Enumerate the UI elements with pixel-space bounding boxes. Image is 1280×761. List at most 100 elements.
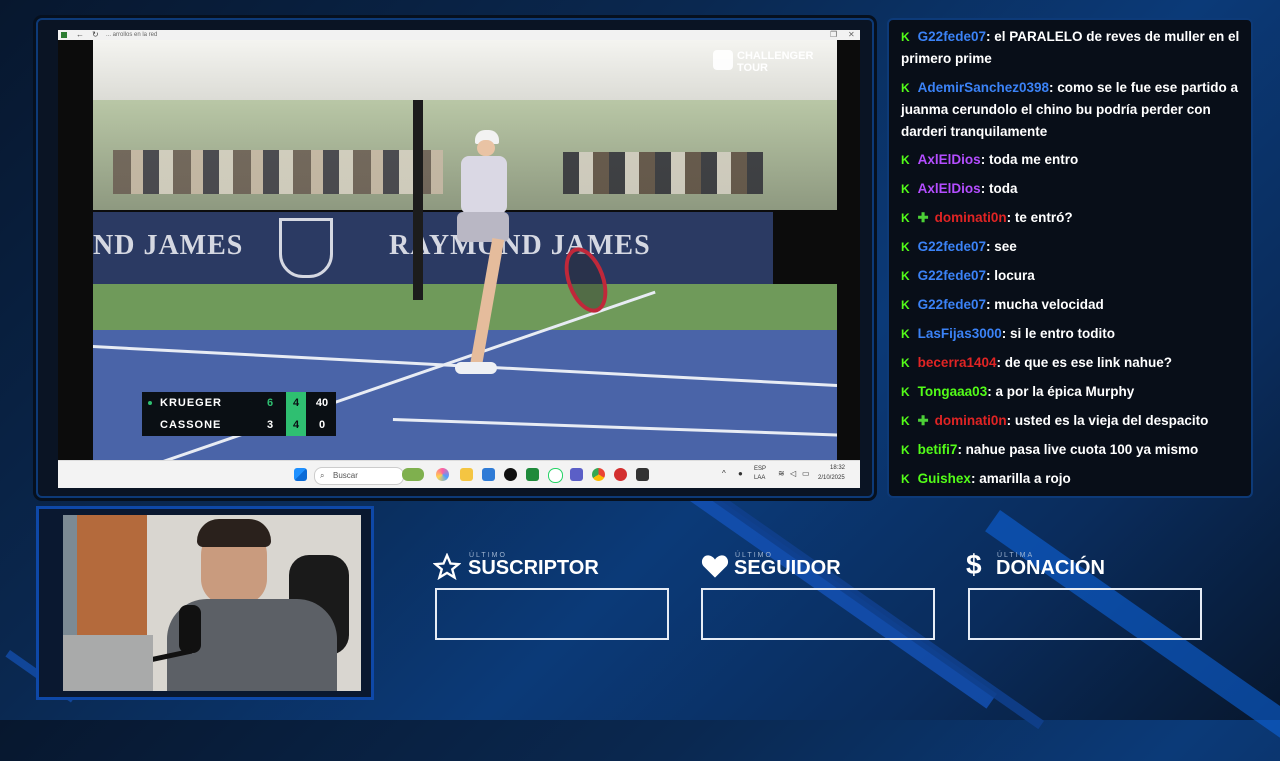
back-arrow-icon[interactable]: ← [76,30,84,40]
chat-username[interactable]: G22fede07 [918,29,986,44]
copilot-icon[interactable] [436,468,449,481]
mic-icon[interactable]: ● [738,469,743,478]
scoreboard-row: KRUEGER 6 4 40 [142,392,336,414]
wifi-icon[interactable]: ≋ [778,469,785,478]
chat-message: K AxlElDios: toda me entro [901,149,1251,171]
chat-message: K G22fede07: mucha velocidad [901,294,1251,316]
chat-username[interactable]: G22fede07 [918,297,986,312]
browser-tab-title[interactable]: ... arrollos en la red [106,30,157,40]
chat-username[interactable]: AdemirSanchez0398 [918,80,1049,95]
alert-title: SEGUIDOR [734,557,841,579]
language-indicator[interactable]: ESP [754,466,766,472]
browser-tab-bar[interactable]: ← ↻ ... arrollos en la red ❐ ✕ [58,30,860,40]
browser-window: ← ↻ ... arrollos en la red ❐ ✕ ND JAMES … [58,30,860,488]
chat-username[interactable]: Guishex [918,471,971,486]
kick-badge-icon: K [901,182,910,196]
chat-username[interactable]: LasFijas3000 [918,326,1002,341]
chat-message: K ✚ dominati0n: usted es la vieja del desp… [901,410,1251,432]
app-icon[interactable] [526,468,539,481]
window-restore-icon[interactable]: ❐ [830,30,837,40]
challenger-tour-watermark: CHALLENGER TOUR [737,50,814,74]
sponsor-text-left: ND JAMES [93,230,244,261]
chat-message: K ✚ dominati0n: te entró? [901,207,1251,229]
stream-capture-frame: ← ↻ ... arrollos en la red ❐ ✕ ND JAMES … [36,18,874,498]
chat-message: K G22fede07: locura [901,265,1251,287]
chat-message: K G22fede07: el PARALELO de reves de mull… [901,26,1251,70]
chat-username[interactable]: AxlElDios [918,152,981,167]
battery-icon[interactable]: ▭ [802,469,810,478]
teams-icon[interactable] [570,468,583,481]
sponsor-text-right: RAYMOND JAMES [389,230,651,261]
scoreboard-row: CASSONE 3 4 0 [142,414,336,436]
sponsor-logo [279,218,333,278]
games-score: 4 [286,392,306,414]
heart-icon [701,555,729,578]
clock-time[interactable]: 18:32 [830,465,845,471]
chat-username[interactable]: becerra1404 [918,355,997,370]
dollar-icon: $ [966,549,982,580]
chat-message: Kbecerra1404: de que es ese link nahue? [901,352,1251,374]
alert-title: SUSCRIPTOR [468,557,599,579]
windows-start-icon[interactable] [294,468,307,481]
player-leg [469,237,505,369]
door [77,515,147,645]
tent-canopy [93,40,837,100]
file-explorer-icon[interactable] [460,468,473,481]
chat-username[interactable]: dominati0n [935,413,1007,428]
chat-text: : nahue pasa live cuota 100 ya mismo [957,442,1199,457]
chat-text: : see [985,239,1017,254]
video-player[interactable]: ND JAMES RAYMOND JAMES CHALLENGER TOUR K… [58,40,860,460]
chat-username[interactable]: AxlElDios [918,181,981,196]
streamer-hair [197,519,271,547]
points-score: 0 [318,419,326,431]
tray-chevron-icon[interactable]: ^ [722,469,726,478]
games-score: 4 [286,414,306,436]
window-close-icon[interactable]: ✕ [848,30,855,40]
chat-text: : te entró? [1006,210,1073,225]
chrome-icon[interactable] [592,468,605,481]
chat-text: : toda [980,181,1018,196]
app-icon[interactable] [636,468,649,481]
kick-badge-icon: K [901,414,910,428]
kick-badge-icon: K [901,153,910,167]
plus-badge-icon: ✚ [917,210,929,225]
chat-message: K LasFijas3000: si le entro todito [901,323,1251,345]
alert-title: DONACIÓN [996,557,1105,579]
chat-panel: K G22fede07: el PARALELO de reves de mull… [887,18,1253,498]
kick-badge-icon: K [901,443,910,457]
desk [63,635,153,691]
points-score: 40 [315,397,329,409]
taskbar-search[interactable]: ⌕ Buscar [314,467,404,485]
plus-badge-icon: ✚ [917,413,929,428]
chat-text: : mucha velocidad [985,297,1104,312]
clock-date[interactable]: 2/10/2025 [818,475,845,481]
chat-text: : locura [985,268,1035,283]
star-icon [433,553,461,581]
chat-message: K AxlElDios: toda [901,178,1251,200]
serve-indicator-icon [148,401,152,405]
kick-badge-icon: K [901,240,910,254]
chat-text: : usted es la vieja del despacito [1006,413,1209,428]
chat-username[interactable]: G22fede07 [918,268,986,283]
search-icon: ⌕ [320,471,325,480]
chat-username[interactable]: dominati0n [935,210,1007,225]
whatsapp-icon[interactable] [548,468,563,483]
scoreboard: KRUEGER 6 4 40 CASSONE 3 4 0 [142,392,336,436]
kick-badge-icon: K [901,356,910,370]
chat-message: K G22fede07: see [901,236,1251,258]
chat-username[interactable]: Tongaaa03 [918,384,988,399]
refresh-icon[interactable]: ↻ [92,30,99,40]
chat-username[interactable]: G22fede07 [918,239,986,254]
tiktok-icon[interactable] [504,468,517,481]
kick-badge-icon: K [901,298,910,312]
chat-username[interactable]: betifi7 [918,442,958,457]
challenger-tour-logo [713,50,733,70]
chat-text: : toda me entro [980,152,1079,167]
app-icon[interactable] [614,468,627,481]
car-widget-icon[interactable] [402,468,424,481]
folder-icon[interactable] [482,468,495,481]
webcam-frame [36,506,374,700]
volume-icon[interactable]: ◁ [790,469,796,478]
player-name: KRUEGER [160,397,223,409]
player [453,130,513,380]
